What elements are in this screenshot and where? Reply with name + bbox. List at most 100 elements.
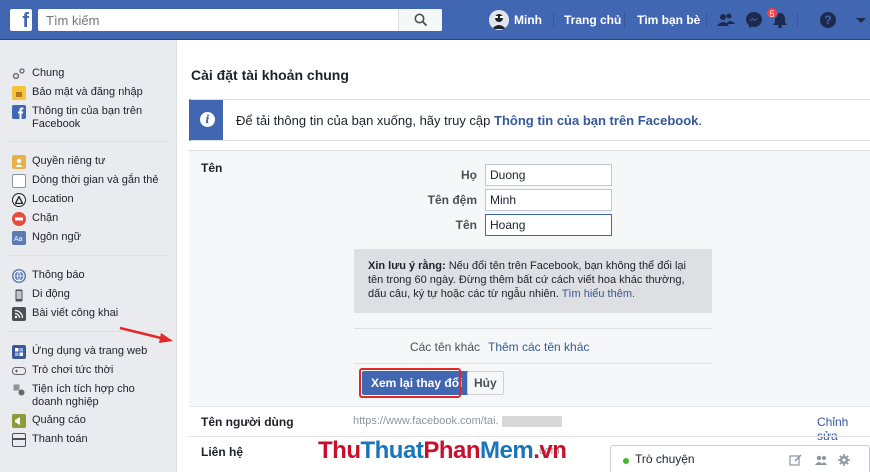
- name-change-note: Xin lưu ý rằng: Nếu đổi tên trên Faceboo…: [354, 249, 712, 313]
- sidebar-item-language[interactable]: Aa Ngôn ngữ: [8, 228, 168, 247]
- sidebar-item-blocking[interactable]: Chặn: [8, 209, 168, 228]
- sidebar-group: Thông báo Di động Bài viết công khai: [8, 256, 168, 332]
- page-title: Cài đặt tài khoản chung: [191, 67, 349, 83]
- watermark-part: Phan: [423, 437, 480, 464]
- new-message-icon[interactable]: [789, 453, 803, 467]
- sidebar-item-label: Trò chơi tức thời: [32, 364, 114, 376]
- sidebar-item-label: Bảo mật và đăng nhập: [32, 86, 143, 98]
- learn-more-link[interactable]: Tìm hiểu thêm.: [562, 288, 635, 300]
- note-bold: Xin lưu ý rằng:: [368, 260, 446, 272]
- sidebar-item-instant-games[interactable]: Trò chơi tức thời: [8, 361, 168, 380]
- middle-name-row: Tên đệm: [368, 189, 612, 211]
- first-name-field[interactable]: [485, 214, 612, 236]
- search-input[interactable]: [38, 9, 398, 31]
- watermark-part: Mem: [480, 437, 534, 464]
- info-icon-container: i: [191, 100, 223, 140]
- chat-bar[interactable]: Trò chuyện: [610, 445, 870, 472]
- highlight-box: [359, 368, 461, 398]
- username-row: Tên người dùng https://www.facebook.com/…: [189, 406, 870, 443]
- help-glyph: ?: [824, 13, 832, 27]
- sidebar-item-label: Ứng dụng và trang web: [32, 345, 148, 357]
- sidebar-item-timeline[interactable]: Dòng thời gian và gắn thẻ: [8, 171, 168, 190]
- first-name-label: Tên: [455, 218, 477, 232]
- lock-icon: [12, 86, 26, 100]
- group-chat-icon[interactable]: [814, 453, 828, 467]
- timeline-icon: [12, 174, 26, 188]
- messenger-icon[interactable]: [744, 10, 764, 30]
- watermark-logo: ThuThuatPhanMem.vn: [318, 437, 567, 465]
- info-message: Để tải thông tin của bạn xuống, hãy truy…: [236, 113, 495, 128]
- facebook-logo-icon[interactable]: f: [10, 9, 32, 32]
- avatar[interactable]: [489, 10, 509, 30]
- username-label: Tên người dùng: [201, 415, 294, 429]
- integration-icon: [12, 383, 26, 397]
- chat-label: Trò chuyện: [635, 452, 695, 466]
- main-content: Cài đặt tài khoản chung i Để tải thông t…: [177, 40, 870, 472]
- sidebar-item-payments[interactable]: Thanh toán: [8, 430, 168, 449]
- sidebar-item-ads[interactable]: Quảng cáo: [8, 411, 168, 430]
- mobile-icon: [12, 288, 26, 302]
- divider: [354, 328, 712, 329]
- privacy-icon: [12, 155, 26, 169]
- name-settings-section: Tên Họ Tên đệm Tên Xin lưu ý rằng: Nếu đ…: [189, 150, 870, 406]
- sidebar-item-security[interactable]: Bảo mật và đăng nhập: [8, 83, 168, 102]
- home-link[interactable]: Trang chủ: [564, 0, 621, 40]
- add-other-names-link[interactable]: Thêm các tên khác: [488, 340, 589, 354]
- annotation-arrow-icon: [119, 326, 173, 343]
- sidebar-item-your-info[interactable]: Thông tin của bạn trên Facebook: [8, 102, 168, 133]
- online-dot-icon: [623, 458, 629, 464]
- redacted-block: [502, 416, 562, 427]
- middle-name-field[interactable]: [485, 189, 612, 211]
- chat-settings-gear-icon[interactable]: [837, 453, 851, 467]
- apps-icon: [12, 345, 26, 359]
- sidebar-item-label: Quảng cáo: [32, 414, 86, 426]
- find-friends-link[interactable]: Tìm bạn bè: [637, 0, 700, 40]
- other-names-label: Các tên khác: [409, 340, 480, 354]
- sidebar-item-privacy[interactable]: Quyền riêng tư: [8, 152, 168, 171]
- payment-icon: [12, 433, 26, 447]
- info-text: Để tải thông tin của bạn xuống, hãy truy…: [236, 113, 702, 128]
- globe-icon: [12, 269, 26, 283]
- sidebar-item-label: Chung: [32, 67, 65, 79]
- nav-divider: [624, 12, 625, 28]
- info-icon: i: [200, 112, 215, 127]
- help-icon[interactable]: ?: [818, 10, 838, 30]
- sidebar-item-label: Location: [32, 193, 74, 205]
- sidebar-item-label: Thông báo: [32, 269, 85, 281]
- sidebar-group: Quyền riêng tư Dòng thời gian và gắn thẻ…: [8, 142, 168, 256]
- search-button[interactable]: [398, 9, 442, 31]
- friend-requests-icon[interactable]: [716, 10, 736, 30]
- search-box[interactable]: [38, 9, 442, 31]
- sidebar-item-location[interactable]: Location: [8, 190, 168, 209]
- middle-name-label: Tên đệm: [427, 193, 477, 207]
- sidebar-item-label: Thông tin của bạn trên Facebook: [32, 105, 143, 130]
- nav-divider: [797, 12, 798, 28]
- sidebar-item-general[interactable]: Chung: [8, 64, 168, 83]
- sidebar-item-business-integrations[interactable]: Tiện ích tích hợp cho doanh nghiệp: [8, 380, 168, 411]
- sidebar-item-label: Dòng thời gian và gắn thẻ: [32, 174, 159, 186]
- last-name-row: Họ: [368, 164, 612, 186]
- nav-divider: [706, 12, 707, 28]
- cancel-button[interactable]: Hủy: [467, 371, 504, 395]
- sidebar-item-mobile[interactable]: Di động: [8, 285, 168, 304]
- your-facebook-info-link[interactable]: Thông tin của bạn trên Facebook: [494, 113, 698, 128]
- top-navigation-bar: f Minh Trang chủ Tìm bạn bè 5 ?: [0, 0, 870, 40]
- name-section-label: Tên: [201, 161, 223, 175]
- last-name-field[interactable]: [485, 164, 612, 186]
- info-end: .: [698, 113, 703, 128]
- svg-text:Aa: Aa: [14, 236, 23, 243]
- other-names-row: Các tên khác Thêm các tên khác: [354, 340, 589, 354]
- sidebar-item-label: Tiện ích tích hợp cho doanh nghiệp: [32, 383, 135, 408]
- account-menu-icon[interactable]: [854, 10, 870, 30]
- contact-label: Liên hệ: [201, 445, 244, 459]
- username-value: https://www.facebook.com/tai.: [353, 415, 499, 427]
- sidebar-item-label: Quyền riêng tư: [32, 155, 106, 167]
- sidebar-item-label: Di động: [32, 288, 70, 300]
- settings-sidebar: Chung Bảo mật và đăng nhập Thông tin của…: [0, 40, 176, 472]
- sidebar-item-label: Chặn: [32, 212, 59, 224]
- rss-icon: [12, 307, 26, 321]
- ads-icon: [12, 414, 26, 428]
- sidebar-item-public-posts[interactable]: Bài viết công khai: [8, 304, 168, 323]
- profile-link[interactable]: Minh: [514, 0, 542, 40]
- sidebar-item-notifications[interactable]: Thông báo: [8, 266, 168, 285]
